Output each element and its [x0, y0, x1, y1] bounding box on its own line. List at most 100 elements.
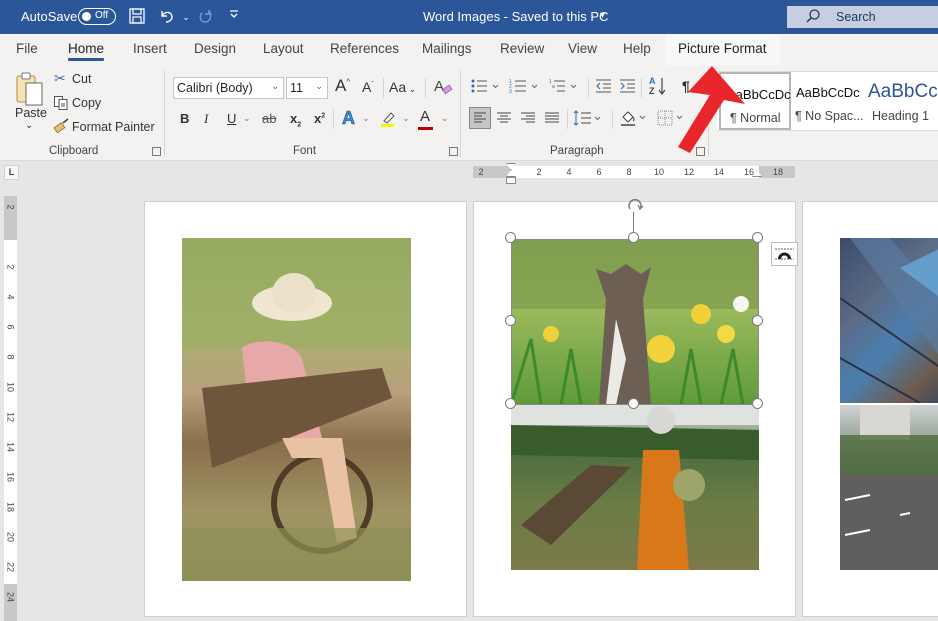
- superscript-button[interactable]: x2: [314, 111, 325, 126]
- photo-dog-in-daffodils[interactable]: [511, 239, 759, 405]
- autosave-state: Off: [95, 10, 109, 21]
- font-name-select[interactable]: Calibri (Body) ⌄: [173, 77, 284, 99]
- align-right-button[interactable]: [518, 108, 538, 131]
- bullets-button[interactable]: [471, 78, 501, 97]
- tab-layout[interactable]: Layout: [263, 41, 304, 56]
- document-page[interactable]: [802, 201, 938, 617]
- shading-button[interactable]: [619, 107, 651, 132]
- resize-handle-bottom-left[interactable]: [505, 398, 516, 409]
- copy-button[interactable]: Copy: [72, 96, 101, 110]
- tab-references[interactable]: References: [330, 41, 399, 56]
- save-icon[interactable]: [127, 7, 147, 27]
- tab-file[interactable]: File: [16, 41, 38, 56]
- ruler-tick: 8: [5, 354, 16, 360]
- svg-text:a: a: [552, 84, 555, 90]
- resize-handle-left[interactable]: [505, 315, 516, 326]
- strikethrough-button[interactable]: ab: [262, 111, 276, 126]
- format-painter-button[interactable]: Format Painter: [72, 120, 155, 134]
- paste-dropdown-icon[interactable]: ⌄: [25, 120, 33, 131]
- borders-button[interactable]: [656, 108, 688, 131]
- style-no-spacing[interactable]: AaBbCcDc ¶ No Spac...: [793, 72, 865, 130]
- clipboard-launcher-icon[interactable]: [152, 147, 161, 156]
- tab-selector[interactable]: L: [4, 165, 19, 180]
- photo-city-street[interactable]: [840, 405, 938, 570]
- resize-handle-top-right[interactable]: [752, 232, 763, 243]
- tab-picture-format[interactable]: Picture Format: [665, 34, 780, 65]
- tab-design[interactable]: Design: [194, 41, 236, 56]
- highlight-button[interactable]: [378, 109, 398, 132]
- document-page[interactable]: [473, 201, 796, 617]
- autosave-toggle[interactable]: Off: [78, 8, 116, 25]
- decrease-indent-button[interactable]: [595, 78, 613, 97]
- layout-options-button[interactable]: [771, 242, 798, 266]
- rotate-handle-icon[interactable]: [626, 199, 644, 213]
- paste-label[interactable]: Paste: [15, 106, 47, 120]
- ruler-tick: 10: [5, 381, 16, 392]
- style-normal[interactable]: AaBbCcDc ¶ Normal: [719, 72, 791, 130]
- ruler-tick: 8: [626, 167, 632, 177]
- justify-button[interactable]: [542, 108, 562, 131]
- style-heading-1[interactable]: AaBbCc Heading 1: [865, 72, 938, 130]
- paragraph-launcher-icon[interactable]: [696, 147, 705, 156]
- tab-view[interactable]: View: [568, 41, 597, 56]
- cut-icon: ✂: [54, 70, 66, 86]
- font-launcher-icon[interactable]: [449, 147, 458, 156]
- tab-review[interactable]: Review: [500, 41, 544, 56]
- svg-text:3: 3: [509, 89, 512, 94]
- line-spacing-button[interactable]: [573, 108, 605, 131]
- rotation-stem: [633, 212, 634, 233]
- clipboard-group-label: Clipboard: [49, 145, 99, 157]
- increase-indent-icon: [620, 79, 635, 93]
- italic-button[interactable]: I: [204, 111, 208, 127]
- clear-formatting-button[interactable]: A: [433, 76, 453, 99]
- multilevel-list-icon: 1a: [549, 79, 577, 92]
- photo-girl-reading-on-cart[interactable]: [182, 238, 411, 581]
- align-center-button[interactable]: [494, 108, 514, 131]
- resize-handle-top[interactable]: [628, 232, 639, 243]
- ribbon: Paste ⌄ ✂ Cut Copy Format Painter Clipbo…: [0, 65, 938, 161]
- left-indent-marker[interactable]: [506, 177, 516, 184]
- title-dropdown-icon[interactable]: ▾: [600, 10, 605, 21]
- tab-insert[interactable]: Insert: [133, 41, 167, 56]
- subscript-button[interactable]: x2: [290, 111, 301, 129]
- resize-handle-top-left[interactable]: [505, 232, 516, 243]
- highlight-dropdown-icon[interactable]: ⌄: [402, 113, 410, 124]
- cut-button[interactable]: Cut: [72, 72, 91, 86]
- chevron-down-icon: ⌄: [315, 81, 323, 91]
- font-size-select[interactable]: 11 ⌄: [286, 77, 328, 99]
- sort-button[interactable]: AZ: [648, 75, 668, 100]
- font-color-button[interactable]: A: [418, 108, 433, 130]
- change-case-button[interactable]: Aa ⌄: [389, 79, 416, 95]
- show-formatting-marks-button[interactable]: ¶: [682, 78, 690, 94]
- text-effects-dropdown-icon[interactable]: ⌄: [362, 113, 370, 124]
- tab-home[interactable]: Home: [68, 41, 105, 61]
- document-page[interactable]: [144, 201, 467, 617]
- ruler-tick: 10: [653, 167, 665, 177]
- horizontal-ruler[interactable]: 2 2 4 6 8 10 12 14 16 18: [473, 166, 795, 178]
- bold-button[interactable]: B: [180, 111, 189, 126]
- multilevel-list-button[interactable]: 1a: [549, 78, 581, 97]
- vertical-ruler[interactable]: 2 2 4 6 8 10 12 14 16 18 20 22 24: [4, 196, 17, 621]
- increase-indent-button[interactable]: [619, 78, 637, 97]
- numbering-button[interactable]: 123: [509, 78, 541, 97]
- tab-mailings[interactable]: Mailings: [422, 41, 472, 56]
- ruler-tick: 2: [536, 167, 542, 177]
- photo-glass-building[interactable]: [840, 238, 938, 403]
- font-color-dropdown-icon[interactable]: ⌄: [441, 113, 449, 124]
- align-left-button[interactable]: [469, 107, 491, 129]
- underline-dropdown-icon[interactable]: ⌄: [243, 113, 251, 124]
- undo-dropdown-icon[interactable]: ⌄: [176, 7, 196, 27]
- grow-font-button[interactable]: A^: [335, 76, 350, 96]
- resize-handle-bottom[interactable]: [628, 398, 639, 409]
- tab-help[interactable]: Help: [623, 41, 651, 56]
- search-box[interactable]: Search: [787, 6, 938, 28]
- shrink-font-button[interactable]: Aˇ: [362, 79, 374, 95]
- photo-woman-in-field[interactable]: [511, 405, 759, 570]
- customize-quick-access-icon[interactable]: [224, 7, 244, 27]
- text-effects-button[interactable]: A: [342, 108, 356, 129]
- underline-button[interactable]: U: [227, 111, 236, 126]
- resize-handle-bottom-right[interactable]: [752, 398, 763, 409]
- undo-icon[interactable]: [157, 7, 177, 27]
- resize-handle-right[interactable]: [752, 315, 763, 326]
- document-title[interactable]: Word Images - Saved to this PC: [423, 9, 608, 24]
